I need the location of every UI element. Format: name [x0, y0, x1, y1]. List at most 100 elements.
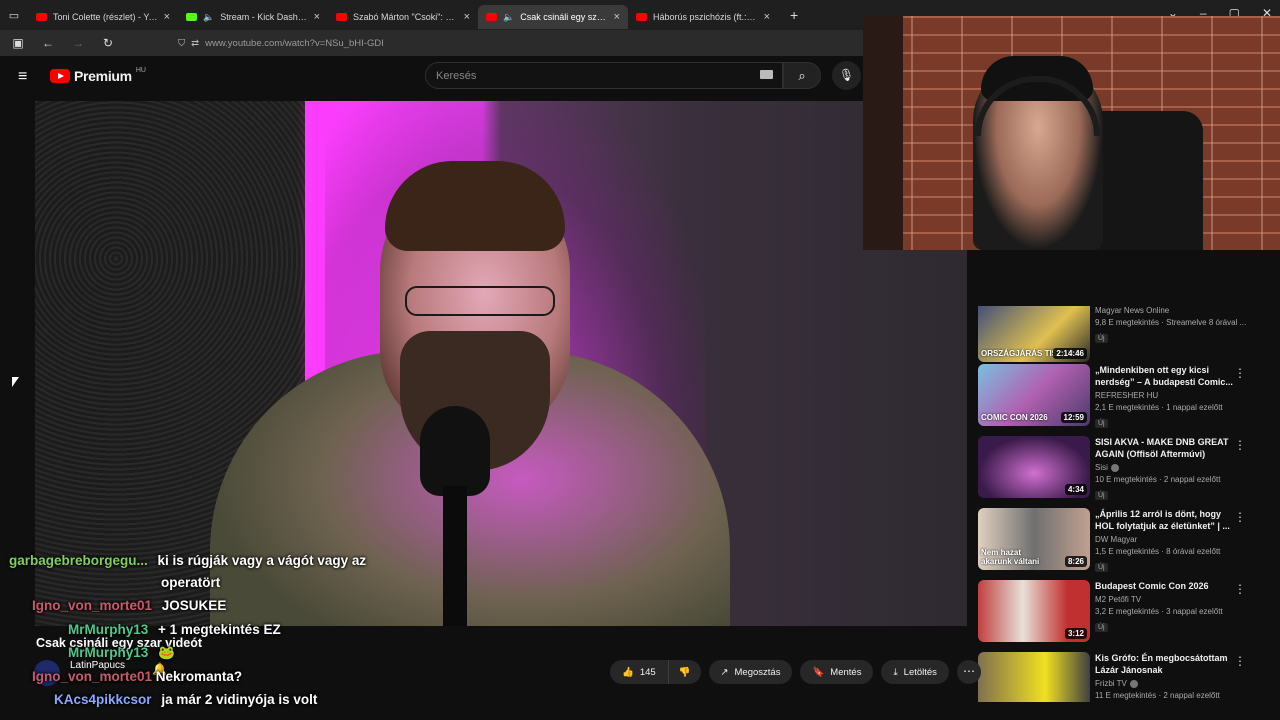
keyboard-icon[interactable]: [760, 70, 773, 79]
channel-name[interactable]: DW Magyar: [1095, 535, 1235, 544]
close-tab-icon[interactable]: ×: [464, 11, 470, 23]
more-actions-icon[interactable]: ⋮: [1234, 654, 1246, 668]
screen: ▭ Toni Colette (részlet) - YouTube × 🔈 S…: [0, 0, 1280, 720]
new-tab-button[interactable]: +: [790, 7, 798, 23]
bookmark-icon: 🔖: [812, 666, 825, 678]
related-video[interactable]: ORSZÁGJÁRÁS TISZAÚJ 2:14:46 Magyar News …: [978, 306, 1250, 362]
dislike-button[interactable]: 👎: [668, 660, 701, 684]
channel-name[interactable]: LatinPapucs: [70, 660, 125, 671]
url-text: www.youtube.com/watch?v=NSu_bHI-GDI: [205, 37, 384, 49]
tab-title: Háborús pszichózis (ft.: Peti) -: [653, 12, 758, 22]
search-placeholder: Keresés: [436, 69, 477, 82]
kick-favicon-icon: [186, 13, 197, 21]
forward-icon[interactable]: →: [66, 36, 90, 50]
share-button[interactable]: ↗ Megosztás: [708, 660, 793, 684]
youtube-logo[interactable]: Premium HU: [50, 67, 146, 84]
video-title[interactable]: Budapest Comic Con 2026: [1095, 580, 1235, 592]
close-tab-icon[interactable]: ×: [314, 11, 320, 23]
video-thumbnail[interactable]: ORSZÁGJÁRÁS TISZAÚJ 2:14:46: [978, 306, 1090, 362]
channel-name[interactable]: Magyar News Online: [1095, 306, 1235, 315]
close-tab-icon[interactable]: ×: [764, 11, 770, 23]
audio-icon[interactable]: 🔈: [503, 12, 514, 23]
site-info-icon[interactable]: ⇄: [191, 38, 199, 49]
video-player[interactable]: [35, 101, 967, 626]
browser-tab[interactable]: Szabó Márton "Csoki": a Kutyap ×: [328, 5, 478, 29]
more-actions-icon[interactable]: ⋮: [1234, 366, 1246, 380]
speaker-hair: [385, 161, 565, 251]
webcam-overlay: [863, 16, 1280, 250]
channel-name[interactable]: Sisi: [1095, 463, 1108, 472]
channel-name[interactable]: REFRESHER HU: [1095, 391, 1235, 400]
shield-icon[interactable]: ⛉: [178, 38, 185, 49]
bell-icon[interactable]: 🔔: [152, 662, 167, 676]
more-actions-icon[interactable]: ⋮: [1234, 510, 1246, 524]
video-thumbnail[interactable]: 4:34: [978, 436, 1090, 498]
save-button[interactable]: 🔖 Mentés: [800, 660, 874, 684]
browser-tab[interactable]: 🔈 Stream - Kick Dashboard ×: [178, 5, 328, 29]
video-title[interactable]: Kis Grófo: Én megbocsátottam Lázár János…: [1095, 652, 1235, 676]
youtube-favicon-icon: [636, 13, 647, 21]
more-actions-button[interactable]: ⋯: [956, 660, 981, 684]
video-title[interactable]: SISI AKVA - MAKE DNB GREAT AGAIN (Offisö…: [1095, 436, 1235, 460]
duration-badge: 2:14:46: [1053, 348, 1087, 359]
new-badge: Új: [1095, 623, 1108, 632]
close-tab-icon[interactable]: ×: [614, 11, 620, 23]
search-input[interactable]: Keresés: [425, 62, 783, 89]
audio-icon[interactable]: 🔈: [203, 12, 214, 23]
door-frame: [863, 16, 903, 250]
related-video[interactable]: COMIC CON 2026 12:59 „Mindenkiben ott eg…: [978, 364, 1250, 436]
related-video[interactable]: Kis Grófo: Én megbocsátottam Lázár János…: [978, 652, 1250, 702]
microphone-handle: [443, 486, 467, 626]
tab-title: Toni Colette (részlet) - YouTube: [53, 12, 158, 22]
mouse-cursor-icon: [12, 377, 19, 387]
sidebar-icon[interactable]: ▣: [6, 36, 30, 50]
close-tab-icon[interactable]: ×: [164, 11, 170, 23]
guide-menu-icon[interactable]: ≡: [18, 68, 27, 86]
like-button[interactable]: 👍 145: [610, 660, 669, 684]
tab-actions-icon[interactable]: ▭: [0, 9, 28, 22]
video-thumbnail[interactable]: [978, 652, 1090, 702]
channel-name[interactable]: M2 Petőfi TV: [1095, 595, 1235, 604]
related-video[interactable]: 4:34 SISI AKVA - MAKE DNB GREAT AGAIN (O…: [978, 436, 1250, 508]
youtube-favicon-icon: [486, 13, 497, 21]
tab-title: Szabó Márton "Csoki": a Kutyap: [353, 12, 458, 22]
video-meta: SISI AKVA - MAKE DNB GREAT AGAIN (Offisö…: [1095, 436, 1235, 502]
channel-name[interactable]: Frizbi TV: [1095, 679, 1127, 688]
share-label: Megosztás: [734, 666, 781, 678]
view-count: 2,1 E megtekintés · 1 nappal ezelőtt: [1095, 403, 1223, 412]
video-thumbnail[interactable]: COMIC CON 2026 12:59: [978, 364, 1090, 426]
view-count: 3,2 E megtekintés · 3 nappal ezelőtt: [1095, 607, 1223, 616]
youtube-favicon-icon: [36, 13, 47, 21]
tab-title: Csak csináli egy szar videót: [520, 12, 607, 22]
video-title[interactable]: „Április 12 arról is dönt, hogy HOL foly…: [1095, 508, 1235, 532]
back-icon[interactable]: ←: [36, 36, 60, 50]
browser-tab-active[interactable]: 🔈 Csak csináli egy szar videót ×: [478, 5, 628, 29]
related-video[interactable]: Nem hazat akarunk váltani 8:26 „Április …: [978, 508, 1250, 580]
view-count: 11 E megtekintés · 2 nappal ezelőtt: [1095, 691, 1220, 700]
duration-badge: 12:59: [1060, 412, 1087, 423]
video-thumbnail[interactable]: Nem hazat akarunk váltani 8:26: [978, 508, 1090, 570]
new-badge: Új: [1095, 491, 1108, 500]
browser-tab[interactable]: Háborús pszichózis (ft.: Peti) - ×: [628, 5, 778, 29]
more-actions-icon[interactable]: ⋮: [1234, 438, 1246, 452]
browser-tab[interactable]: Toni Colette (részlet) - YouTube ×: [28, 5, 178, 29]
video-thumbnail[interactable]: 3:12: [978, 580, 1090, 642]
related-videos: ORSZÁGJÁRÁS TISZAÚJ 2:14:46 Magyar News …: [978, 306, 1250, 702]
search-button[interactable]: ⌕: [783, 62, 821, 89]
channel-avatar[interactable]: [34, 660, 60, 686]
duration-badge: 3:12: [1064, 628, 1087, 639]
download-icon: ⤓: [893, 666, 898, 678]
related-video[interactable]: 3:12 Budapest Comic Con 2026 M2 Petőfi T…: [978, 580, 1250, 652]
youtube-favicon-icon: [336, 13, 347, 21]
voice-search-button[interactable]: 🎙: [832, 61, 861, 90]
more-actions-icon[interactable]: ⋮: [1234, 582, 1246, 596]
thumbs-up-icon: 👍: [622, 666, 634, 678]
thumbnail-text: Nem hazat akarunk váltani: [981, 548, 1040, 566]
youtube-play-icon: [50, 69, 70, 83]
video-title[interactable]: „Mindenkiben ott egy kicsi nerdség” – A …: [1095, 364, 1235, 388]
duration-badge: 8:26: [1064, 556, 1087, 567]
video-meta: „Április 12 arról is dönt, hogy HOL foly…: [1095, 508, 1235, 574]
download-label: Letöltés: [903, 666, 937, 678]
download-button[interactable]: ⤓ Letöltés: [881, 660, 949, 684]
reload-icon[interactable]: ↻: [96, 36, 120, 50]
